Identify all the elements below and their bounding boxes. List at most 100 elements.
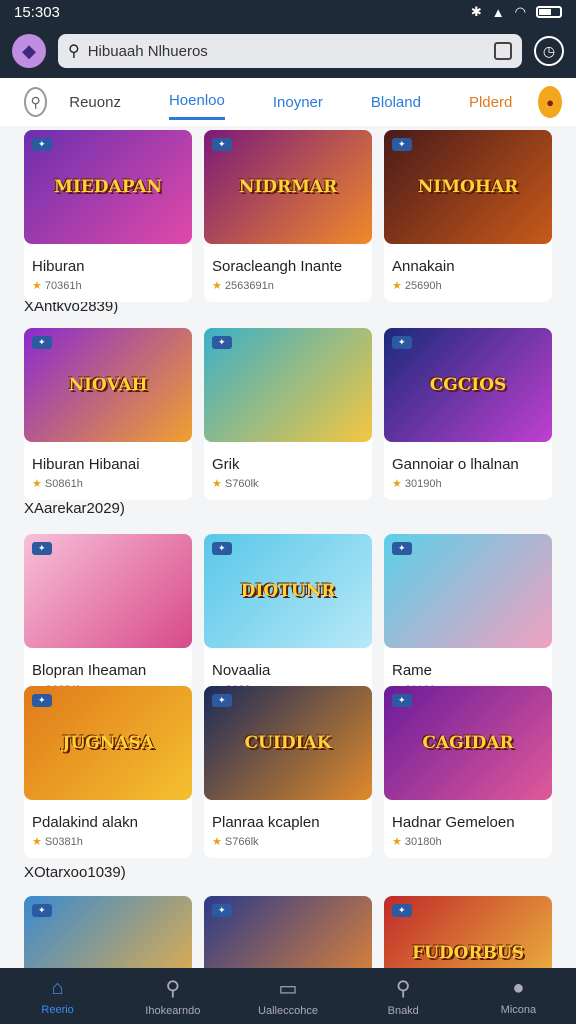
rating-icon: ★	[392, 478, 405, 490]
tab-3[interactable]: Bloland	[371, 86, 421, 119]
game-name: Novaalia	[212, 662, 271, 679]
game-thumbnail[interactable]: ✦ CUIDIAK	[204, 686, 372, 800]
game-meta: ★ S0861h	[32, 478, 83, 490]
game-thumbnail[interactable]: ✦ NIMOHAR	[384, 130, 552, 244]
nav-label: Ihokearndo	[145, 1004, 201, 1017]
game-card[interactable]: ✦ CUIDIAK Planraa kcaplen ★ S766lk	[204, 686, 372, 858]
thumbnail-title: NIMOHAR	[417, 177, 519, 197]
game-card[interactable]: ✦Rame★ 20190o	[384, 534, 552, 706]
game-meta: ★ S766lk	[212, 836, 259, 848]
clipboard-icon[interactable]	[494, 42, 512, 60]
search-icon: ⚲	[165, 977, 181, 1000]
game-name: Annakain	[392, 258, 455, 275]
game-card[interactable]: ✦ Grik ★ S760lk	[204, 328, 372, 500]
rating-icon: ★	[32, 836, 45, 848]
nav-item[interactable]: ▭ Ualleccohce	[230, 968, 345, 1024]
tab-1[interactable]: Hoenloo	[168, 84, 225, 120]
game-meta: ★ 2563691n	[212, 280, 274, 292]
nav-item[interactable]: ● Micona	[461, 968, 576, 1024]
search-bar[interactable]: ⚲	[58, 34, 522, 68]
nav-item[interactable]: ⚲ Bnakd	[346, 968, 461, 1024]
game-thumbnail[interactable]: ✦	[204, 896, 372, 968]
game-card[interactable]: ✦DIOTUNRNovaalia★ S939n	[204, 534, 372, 706]
badge-icon: ✦	[392, 904, 412, 917]
badge-icon: ✦	[392, 542, 412, 555]
badge-icon: ✦	[32, 336, 52, 349]
game-thumbnail[interactable]: ✦ CGCIOS	[384, 328, 552, 442]
rating-icon: ★	[212, 280, 225, 292]
game-meta: ★ 25690h	[392, 280, 442, 292]
game-meta: ★ S760lk	[212, 478, 259, 490]
game-thumbnail[interactable]: ✦ NIDRMAR	[204, 130, 372, 244]
status-time: 15:303	[14, 3, 60, 21]
game-card[interactable]: ✦ NIOVAH Hiburan Hibanai ★ S0861h	[24, 328, 192, 500]
game-card[interactable]: ✦ CGCIOS Gannoiar o lhalnan ★ 30190h	[384, 328, 552, 500]
status-icons: ✱ ▲ ◠	[471, 4, 562, 20]
tab-4[interactable]: Plderd	[469, 86, 512, 119]
rating-icon: ★	[212, 836, 225, 848]
status-bar: 15:303 ✱ ▲ ◠	[0, 0, 576, 24]
game-card[interactable]: ✦ NIMOHAR Annakain ★ 25690h	[384, 130, 552, 302]
profile-icon: ●	[512, 976, 525, 999]
game-thumbnail[interactable]: ✦	[384, 534, 552, 648]
badge-icon: ✦	[32, 138, 52, 151]
nav-label: Micona	[500, 1003, 537, 1016]
game-thumbnail[interactable]: ✦	[204, 328, 372, 442]
wifi-icon: ◠	[514, 4, 526, 19]
game-name: Grik	[212, 456, 240, 473]
game-card[interactable]: ✦ NIDRMAR Soracleangh Inante ★ 2563691n	[204, 130, 372, 302]
game-card[interactable]: ✦	[204, 896, 372, 968]
game-thumbnail[interactable]: ✦	[24, 534, 192, 648]
tab-2[interactable]: Inoyner	[273, 86, 323, 119]
game-name: Hadnar Gemeloen	[392, 814, 515, 831]
thumbnail-title: MIEDAPAN	[54, 177, 162, 197]
thumbnail-title: NIOVAH	[68, 375, 148, 395]
badge-icon: ✦	[212, 138, 232, 151]
game-name: Planraa kcaplen	[212, 814, 320, 831]
badge-icon: ✦	[32, 904, 52, 917]
nav-item[interactable]: ⌂ Reerio	[0, 968, 115, 1024]
thumbnail-title: FUDORBUS	[411, 943, 525, 963]
nav-item[interactable]: ⚲ Ihokearndo	[115, 968, 230, 1024]
app-logo[interactable]: ◆	[12, 34, 46, 68]
tab-search-icon[interactable]: ⚲	[24, 87, 48, 117]
rating-icon: ★	[212, 478, 225, 490]
badge-icon: ✦	[212, 694, 232, 707]
badge-icon: ✦	[32, 542, 52, 555]
game-name: Rame	[392, 662, 433, 679]
badge-icon: ✦	[392, 694, 412, 707]
game-thumbnail[interactable]: ✦ MIEDAPAN	[24, 130, 192, 244]
game-thumbnail[interactable]: ✦ CAGIDAR	[384, 686, 552, 800]
game-card[interactable]: ✦	[24, 896, 192, 968]
game-card[interactable]: ✦ CAGIDAR Hadnar Gemeloen ★ 30180h	[384, 686, 552, 858]
rating-icon: ★	[392, 836, 405, 848]
search-input[interactable]	[87, 42, 486, 60]
clock-icon[interactable]: ◷	[534, 36, 564, 66]
game-meta: ★ S0381h	[32, 836, 83, 848]
badge-icon: ✦	[212, 542, 232, 555]
game-meta: ★ 30180h	[392, 836, 442, 848]
rating-icon: ★	[32, 478, 45, 490]
game-name: Soracleangh Inante	[212, 258, 343, 275]
search-icon: ⚲	[395, 977, 411, 1000]
game-card[interactable]: ✦ JUGNASA Pdalakind alakn ★ S0381h	[24, 686, 192, 858]
game-meta: ★ 30190h	[392, 478, 442, 490]
game-card[interactable]: ✦ MIEDAPAN Hiburan ★ 70361h	[24, 130, 192, 302]
game-card[interactable]: ✦ FUDORBUS	[384, 896, 552, 968]
rating-icon: ★	[392, 280, 405, 292]
bottom-navigation: ⌂ Reerio ⚲ Ihokearndo ▭ Ualleccohce ⚲ Bnakd ● Mic…	[0, 968, 576, 1024]
content-grid: XAntkvo2839) XAarekar2029) XOtarxoo1039)…	[0, 126, 576, 968]
profile-badge-icon[interactable]: ●	[538, 86, 562, 118]
game-thumbnail[interactable]: ✦ JUGNASA	[24, 686, 192, 800]
badge-icon: ✦	[32, 694, 52, 707]
game-thumbnail[interactable]: ✦ NIOVAH	[24, 328, 192, 442]
thumbnail-title: CUIDIAK	[244, 733, 332, 753]
game-card[interactable]: ✦Blopran Iheaman★ S0381h	[24, 534, 192, 706]
game-thumbnail[interactable]: ✦	[24, 896, 192, 968]
game-thumbnail[interactable]: ✦ FUDORBUS	[384, 896, 552, 968]
game-thumbnail[interactable]: ✦ DIOTUNR	[204, 534, 372, 648]
game-meta: ★ 70361h	[32, 280, 82, 292]
game-name: Hiburan	[32, 258, 85, 275]
nav-label: Reerio	[41, 1003, 74, 1016]
tab-0[interactable]: Reuonz	[69, 86, 121, 119]
